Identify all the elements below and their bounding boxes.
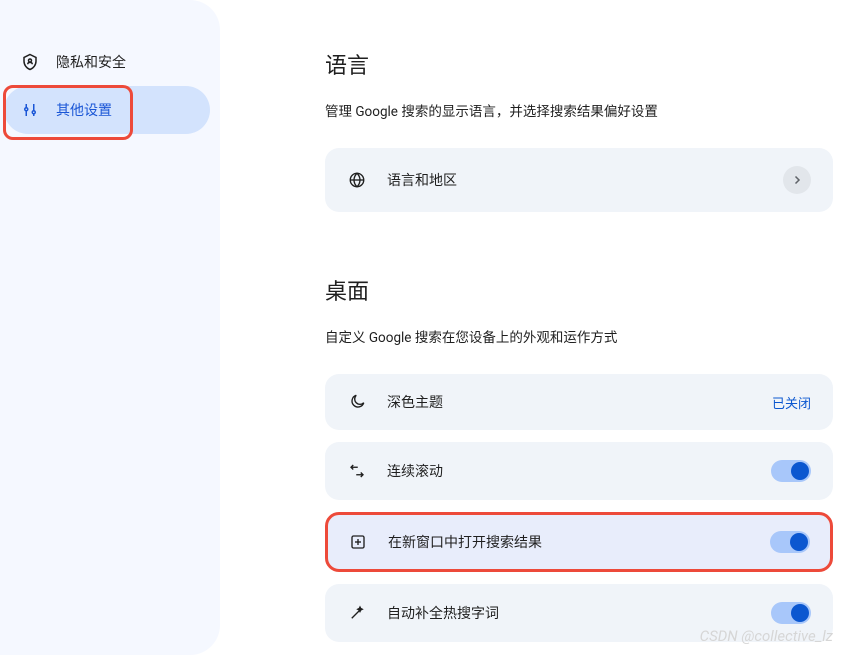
sidebar-item-label: 隐私和安全: [56, 52, 126, 72]
card-language-region[interactable]: 语言和地区: [325, 148, 833, 212]
section-title-language: 语言: [325, 48, 853, 80]
card-left: 深色主题: [347, 392, 443, 412]
card-autocomplete[interactable]: 自动补全热搜字词: [325, 584, 833, 642]
card-label: 在新窗口中打开搜索结果: [388, 532, 542, 552]
sidebar-item-other-settings[interactable]: 其他设置: [4, 86, 210, 134]
status-text: 已关闭: [772, 393, 811, 412]
card-continuous-scroll[interactable]: 连续滚动: [325, 442, 833, 500]
section-desc-language: 管理 Google 搜索的显示语言，并选择搜索结果偏好设置: [325, 100, 853, 120]
sliders-icon: [20, 100, 40, 120]
card-dark-theme[interactable]: 深色主题 已关闭: [325, 374, 833, 430]
section-title-desktop: 桌面: [325, 274, 853, 306]
card-left: 语言和地区: [347, 170, 457, 190]
section-desc-desktop: 自定义 Google 搜索在您设备上的外观和运作方式: [325, 326, 853, 346]
card-left: 自动补全热搜字词: [347, 603, 499, 623]
shield-icon: [20, 52, 40, 72]
sidebar-item-privacy[interactable]: 隐私和安全: [0, 38, 220, 86]
chevron-right-icon: [783, 166, 811, 194]
card-label: 深色主题: [387, 392, 443, 412]
sidebar-item-label: 其他设置: [56, 100, 112, 120]
card-left: 连续滚动: [347, 461, 443, 481]
card-label: 连续滚动: [387, 461, 443, 481]
toggle-open-new-window[interactable]: [770, 531, 810, 553]
card-open-new-window[interactable]: 在新窗口中打开搜索结果: [325, 512, 833, 572]
scroll-icon: [347, 461, 367, 481]
sidebar: 隐私和安全 其他设置: [0, 0, 220, 655]
toggle-thumb: [791, 462, 809, 480]
card-label: 语言和地区: [387, 170, 457, 190]
card-label: 自动补全热搜字词: [387, 603, 499, 623]
globe-icon: [347, 170, 367, 190]
main-content: 语言 管理 Google 搜索的显示语言，并选择搜索结果偏好设置 语言和地区 桌…: [220, 0, 853, 655]
new-window-icon: [348, 532, 368, 552]
toggle-thumb: [790, 533, 808, 551]
wand-icon: [347, 603, 367, 623]
toggle-autocomplete[interactable]: [771, 602, 811, 624]
toggle-continuous-scroll[interactable]: [771, 460, 811, 482]
card-left: 在新窗口中打开搜索结果: [348, 532, 542, 552]
moon-icon: [347, 392, 367, 412]
toggle-thumb: [791, 604, 809, 622]
